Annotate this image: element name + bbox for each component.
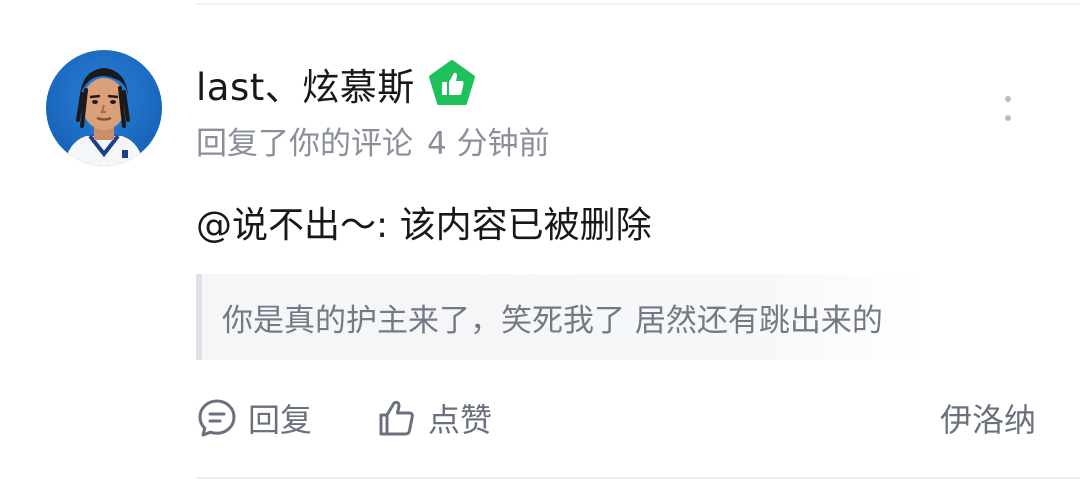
action-bar: 回复 点赞 伊洛纳 [196, 392, 1046, 444]
notification-header: last、炫慕斯 [196, 56, 477, 112]
source-username[interactable]: 伊洛纳 [940, 392, 1036, 444]
like-button[interactable]: 点赞 [376, 392, 492, 444]
avatar[interactable] [46, 50, 162, 166]
thumbs-up-badge-icon [427, 59, 477, 109]
like-label: 点赞 [428, 401, 493, 439]
timestamp: 4 分钟前 [427, 125, 550, 162]
quoted-comment-text: 你是真的护主来了，笑死我了 居然还有跳出来的 [222, 302, 883, 339]
notification-meta: 回复了你的评论 4 分钟前 [196, 118, 550, 162]
top-divider [196, 3, 1080, 5]
bottom-divider [196, 477, 1080, 479]
thumbs-up-icon [379, 400, 414, 436]
reply-button[interactable]: 回复 [196, 392, 312, 444]
reply-label: 回复 [248, 401, 313, 439]
comment-bubble-icon [198, 399, 236, 437]
action-text: 回复了你的评论 [196, 125, 413, 162]
username[interactable]: last、炫慕斯 [196, 57, 415, 111]
quoted-comment[interactable]: 你是真的护主来了，笑死我了 居然还有跳出来的 [196, 274, 924, 360]
reply-content: @说不出～: 该内容已被删除 [196, 205, 652, 246]
more-vertical-icon[interactable] [998, 94, 1018, 124]
reply-notification-card[interactable]: last、炫慕斯 回复了你的评论 4 分钟前 @说不出～: 该内容已被删除 你是… [0, 0, 1080, 482]
